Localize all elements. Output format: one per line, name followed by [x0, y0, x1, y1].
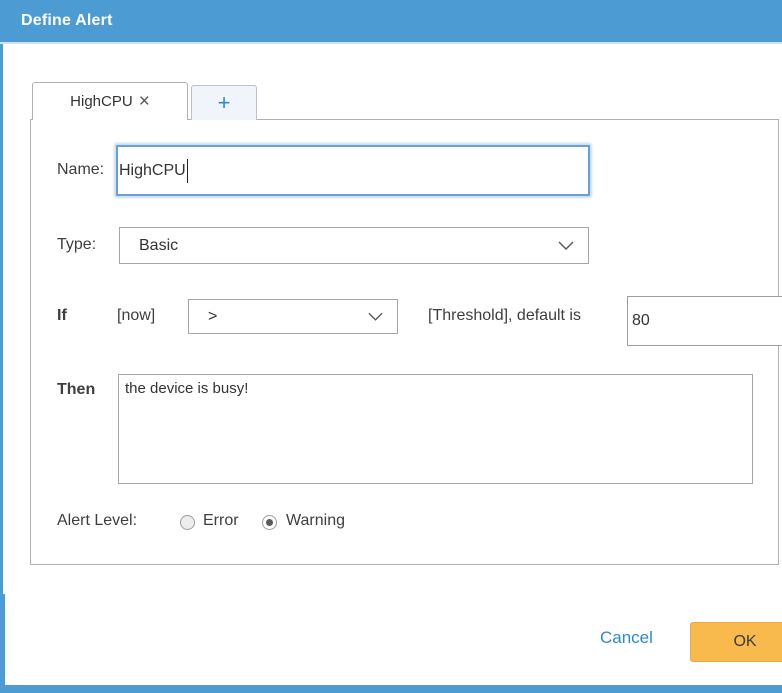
name-input[interactable]: HighCPU: [116, 145, 590, 196]
then-label: Then: [57, 381, 95, 399]
threshold-input-value: 80: [632, 312, 650, 330]
tab-highcpu[interactable]: HighCPU ×: [32, 82, 188, 120]
tab-label: HighCPU: [70, 93, 133, 110]
operator-dropdown[interactable]: >: [188, 299, 398, 334]
ok-button[interactable]: OK: [690, 622, 782, 662]
operator-dropdown-value: >: [189, 308, 368, 326]
tab-close-icon[interactable]: ×: [139, 92, 150, 111]
if-operand-label: [now]: [117, 307, 155, 325]
add-tab-button[interactable]: +: [191, 85, 257, 120]
then-message-value: the device is busy!: [125, 380, 248, 397]
type-dropdown[interactable]: Basic: [119, 227, 589, 264]
alert-level-label: Alert Level:: [57, 512, 137, 530]
then-message-textarea[interactable]: the device is busy!: [118, 374, 753, 484]
cancel-button[interactable]: Cancel: [600, 628, 653, 648]
chevron-down-icon: [558, 241, 574, 251]
if-label: If: [57, 307, 67, 325]
chevron-down-icon: [368, 312, 383, 322]
type-label: Type:: [57, 236, 96, 254]
define-alert-dialog: Define Alert × HighCPU × + Name: HighCPU…: [0, 0, 782, 693]
type-dropdown-value: Basic: [120, 237, 558, 255]
dialog-titlebar: Define Alert ×: [0, 0, 782, 44]
name-input-value: HighCPU: [119, 162, 186, 180]
radio-warning[interactable]: [262, 515, 277, 530]
dialog-bottom-border: [0, 685, 782, 693]
name-label: Name:: [57, 161, 104, 179]
text-cursor: [187, 159, 188, 183]
dialog-left-border-thick: [0, 594, 5, 693]
radio-warning-label[interactable]: Warning: [286, 512, 345, 530]
ok-button-label: OK: [733, 633, 756, 651]
dialog-title: Define Alert: [21, 12, 113, 30]
radio-dot: [266, 519, 273, 526]
dialog-left-border: [0, 44, 3, 594]
threshold-suffix-label: [Threshold], default is: [428, 307, 581, 325]
threshold-input[interactable]: 80: [627, 296, 782, 346]
radio-error-label[interactable]: Error: [203, 512, 239, 530]
plus-icon: +: [218, 90, 231, 116]
radio-error[interactable]: [180, 515, 195, 530]
